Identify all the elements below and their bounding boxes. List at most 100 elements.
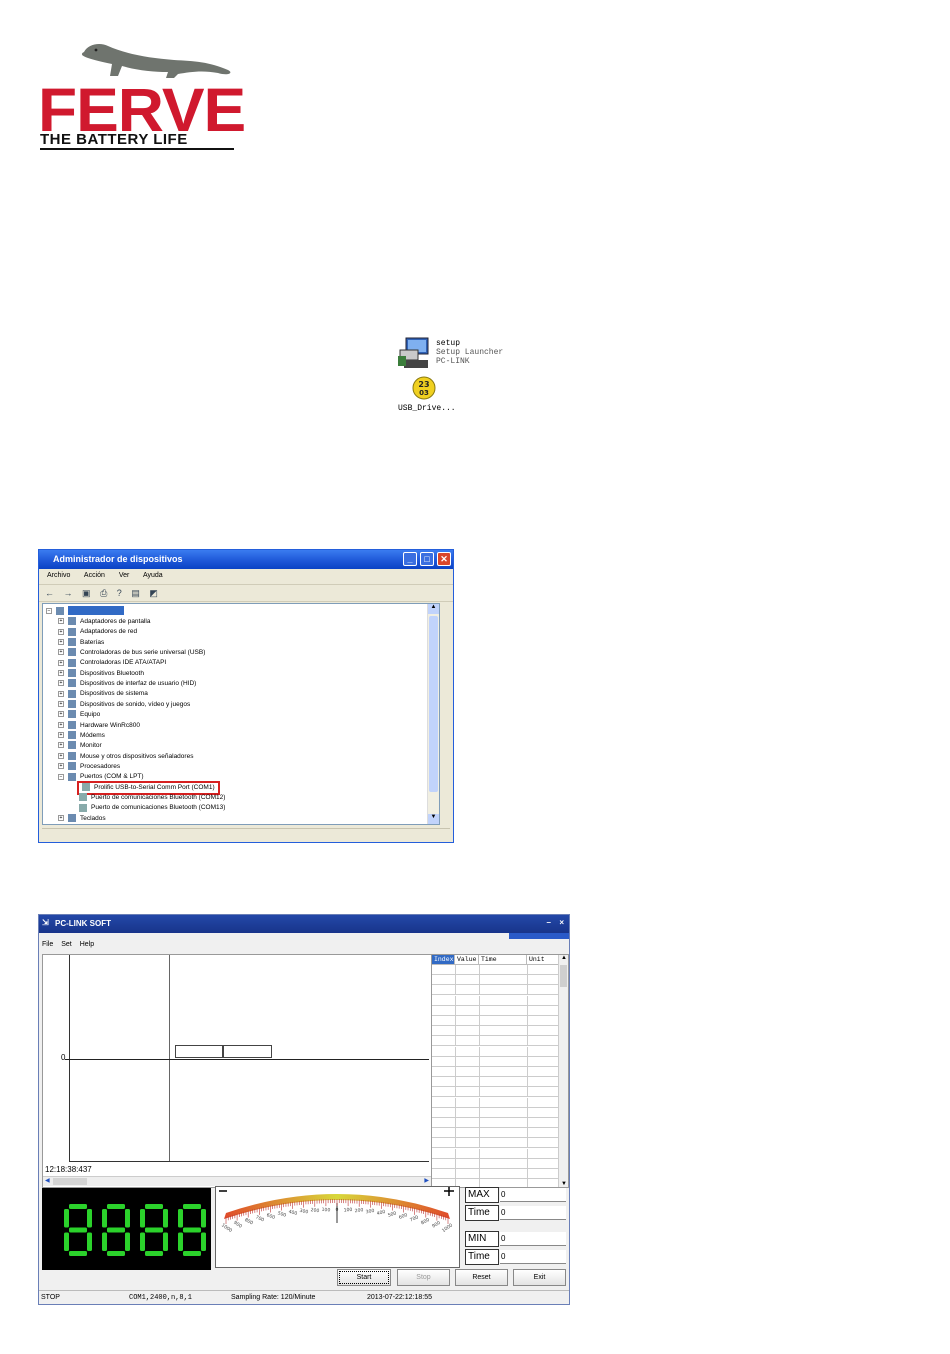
gauge-tick-label: 400 <box>288 1209 298 1217</box>
stop-button[interactable]: Stop <box>397 1269 450 1286</box>
table-row[interactable] <box>432 1016 559 1026</box>
setup-file[interactable]: setup Setup Launcher PC-LINK <box>396 336 506 370</box>
scroll-down-icon[interactable]: ▼ <box>428 814 439 824</box>
table-scroll-thumb[interactable] <box>560 965 567 987</box>
usb-driver-file[interactable]: 23 03 USB_Drive... <box>396 376 456 414</box>
table-cell-divider <box>455 1148 456 1159</box>
tree-category[interactable]: + Procesadores <box>58 762 120 772</box>
tree-category[interactable]: + Controladoras IDE ATA/ATAPI <box>58 658 166 668</box>
menu-archivo[interactable]: Archivo <box>47 572 70 579</box>
tree-category-label: Controladoras de bus serie universal (US… <box>80 649 206 657</box>
table-row[interactable] <box>432 975 559 986</box>
tree-category[interactable]: + Monitor <box>58 741 102 751</box>
table-row[interactable] <box>432 1087 559 1098</box>
table-cell-divider <box>527 995 528 1006</box>
scroll-left-icon[interactable]: ◀ <box>45 1177 50 1184</box>
forward-arrow-icon[interactable]: → <box>64 588 73 598</box>
tree-category[interactable]: + Hardware WinRc800 <box>58 720 140 731</box>
minimize-icon[interactable]: – <box>547 918 551 927</box>
tree-scrollbar[interactable]: ▲ ▼ <box>427 604 439 824</box>
tree-root[interactable]: − <box>46 606 124 616</box>
table-cell-divider <box>455 1036 456 1047</box>
help-icon[interactable]: ? <box>117 588 122 598</box>
table-row[interactable] <box>432 1107 559 1118</box>
lcd-segment <box>201 1209 206 1228</box>
minimize-button[interactable]: _ <box>403 552 417 566</box>
tree-category[interactable]: + Módems <box>58 731 105 741</box>
properties-icon[interactable]: ▣ <box>82 588 91 599</box>
max-value: 0 <box>500 1188 566 1202</box>
table-cell-divider <box>479 1107 480 1118</box>
maximize-button[interactable]: □ <box>420 552 434 566</box>
lcd-segment <box>107 1251 125 1256</box>
tree-category[interactable]: + Dispositivos Bluetooth <box>58 669 144 679</box>
tree-category[interactable]: + Equipo <box>58 710 100 720</box>
table-cell-divider <box>479 985 480 996</box>
min-time-label: Time <box>465 1249 499 1265</box>
tree-category[interactable]: + Dispositivos de interfaz de usuario (HI… <box>58 679 196 689</box>
table-row[interactable] <box>432 1148 559 1159</box>
menu-ver[interactable]: Ver <box>119 572 130 579</box>
status-datetime: 2013-07-22:12:18:55 <box>367 1294 432 1301</box>
exit-button[interactable]: Exit <box>513 1269 566 1286</box>
gauge-tick-label: 700 <box>254 1214 265 1223</box>
table-row[interactable] <box>432 1138 559 1149</box>
tree-category[interactable]: − Puertos (COM & LPT) <box>58 772 144 782</box>
tree-category[interactable]: + Mouse y otros dispositivos señaladores <box>58 751 193 762</box>
table-scrollbar[interactable]: ▲ ▼ <box>558 955 568 1187</box>
tree-port[interactable]: Puerto de comunicaciones Bluetooth (COM1… <box>79 793 225 803</box>
menu-ayuda[interactable]: Ayuda <box>143 572 163 579</box>
table-row[interactable] <box>432 1169 559 1179</box>
start-button[interactable]: Start <box>337 1269 391 1286</box>
table-row[interactable] <box>432 1128 559 1139</box>
table-cell-divider <box>455 1107 456 1118</box>
table-row[interactable] <box>432 965 559 975</box>
table-row[interactable] <box>432 995 559 1006</box>
menu-set[interactable]: Set <box>61 941 72 948</box>
close-icon[interactable]: × <box>559 918 564 927</box>
back-arrow-icon[interactable]: ← <box>45 588 54 598</box>
table-cell-divider <box>479 1016 480 1026</box>
table-row[interactable] <box>432 1158 559 1169</box>
col-time[interactable]: Time <box>479 955 527 965</box>
scan-hardware-icon[interactable]: ◩ <box>149 588 158 599</box>
col-unit[interactable]: Unit <box>527 955 559 965</box>
tree-category[interactable]: + Dispositivos de sistema <box>58 689 148 699</box>
menu-file[interactable]: File <box>42 941 53 948</box>
table-row[interactable] <box>432 1005 559 1016</box>
table-row[interactable] <box>432 1097 559 1108</box>
view-icon[interactable]: ▤ <box>131 588 140 599</box>
close-button[interactable]: ✕ <box>437 552 451 566</box>
scroll-thumb[interactable] <box>429 616 438 792</box>
table-scroll-down-icon[interactable]: ▼ <box>561 1181 567 1187</box>
scroll-right-icon[interactable]: ▶ <box>424 1177 429 1184</box>
tree-port[interactable]: Puerto de comunicaciones Bluetooth (COM1… <box>79 803 225 813</box>
tree-category[interactable]: + Adaptadores de red <box>58 627 137 637</box>
tree-category[interactable]: + Adaptadores de pantalla <box>58 617 150 627</box>
table-row[interactable] <box>432 1046 559 1057</box>
col-index[interactable]: Index <box>432 955 455 965</box>
tree-item-teclados[interactable]: + Teclados <box>58 814 106 824</box>
plot-hscrollbar[interactable]: ◀ ▶ <box>43 1176 431 1186</box>
col-value[interactable]: Value <box>455 955 479 965</box>
table-row[interactable] <box>432 1036 559 1047</box>
table-row[interactable] <box>432 1067 559 1077</box>
lcd-segment <box>102 1232 107 1251</box>
table-row[interactable] <box>432 1056 559 1067</box>
table-row[interactable] <box>432 985 559 996</box>
lcd-segment <box>140 1209 145 1228</box>
menu-help[interactable]: Help <box>80 941 94 948</box>
table-row[interactable] <box>432 1026 559 1037</box>
tree-port-prolific[interactable]: Prolific USB-to-Serial Comm Port (COM1) <box>77 780 220 795</box>
table-row[interactable] <box>432 1077 559 1088</box>
tree-category[interactable]: + Controladoras de bus serie universal (U… <box>58 648 205 658</box>
plot-scroll-thumb[interactable] <box>53 1178 87 1185</box>
print-icon[interactable]: ⎙ <box>100 588 107 599</box>
tree-category[interactable]: + Dispositivos de sonido, vídeo y juegos <box>58 700 190 710</box>
scroll-up-icon[interactable]: ▲ <box>428 604 439 614</box>
table-scroll-up-icon[interactable]: ▲ <box>561 955 567 961</box>
table-row[interactable] <box>432 1118 559 1128</box>
menu-accion[interactable]: Acción <box>84 572 105 579</box>
tree-category[interactable]: + Baterías <box>58 637 104 648</box>
reset-button[interactable]: Reset <box>455 1269 508 1286</box>
